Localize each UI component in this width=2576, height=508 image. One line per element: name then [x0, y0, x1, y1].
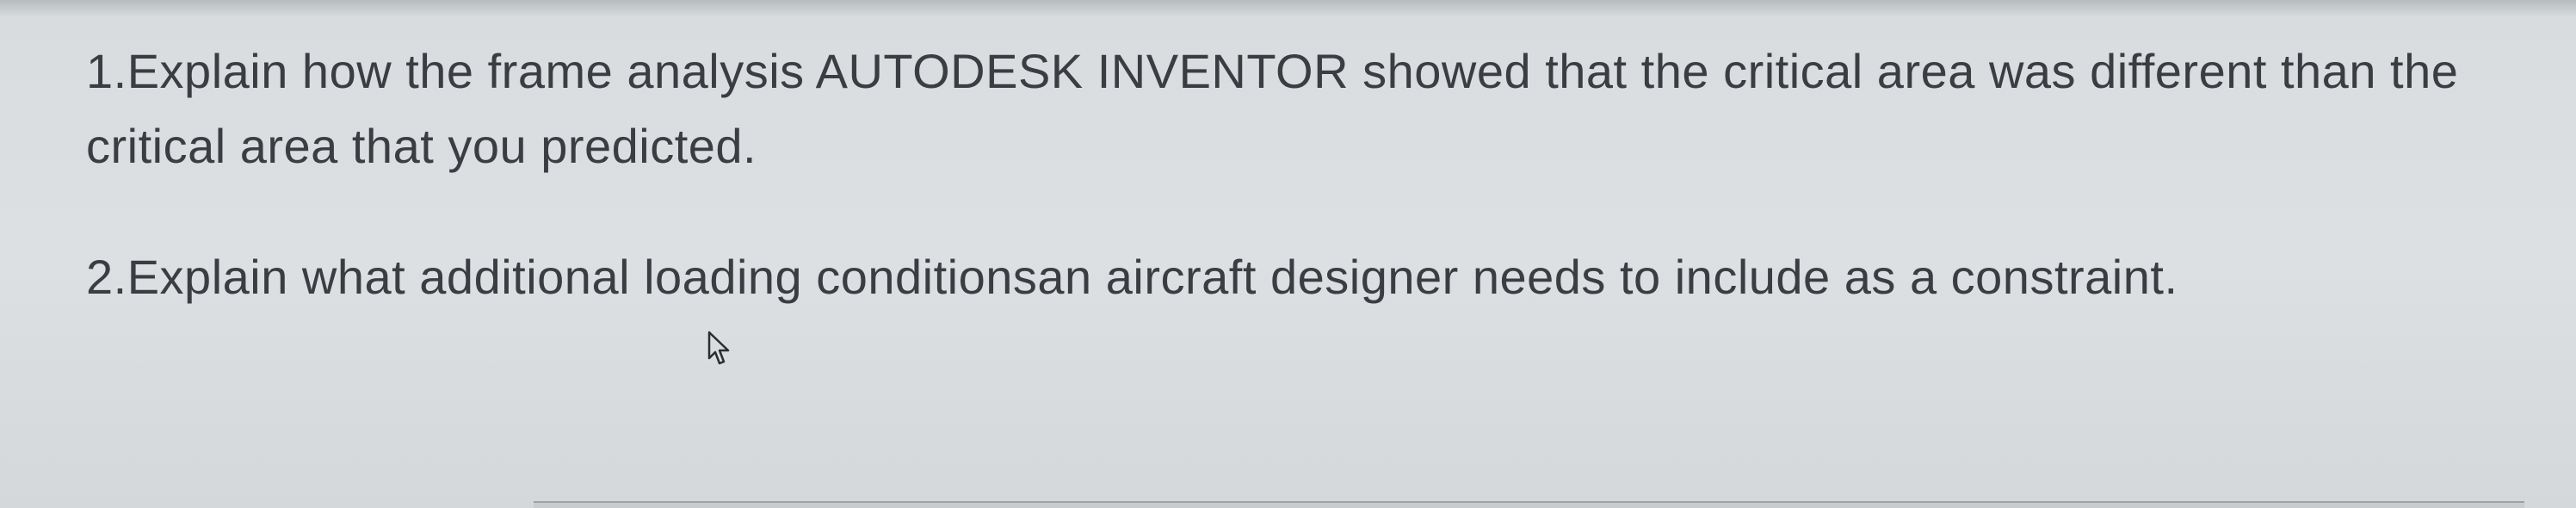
question-2-number: 2. [86, 250, 127, 304]
question-1-text: Explain how the frame analysis AUTODESK … [86, 44, 2458, 173]
question-2: 2.Explain what additional loading condit… [86, 240, 2507, 315]
top-shadow-gradient [0, 0, 2576, 17]
question-2-text: Explain what additional loading conditio… [127, 250, 2178, 304]
cursor-icon [706, 313, 733, 350]
question-1-number: 1. [86, 44, 127, 98]
bottom-border-edge [534, 501, 2524, 508]
question-1: 1.Explain how the frame analysis AUTODES… [86, 34, 2507, 184]
